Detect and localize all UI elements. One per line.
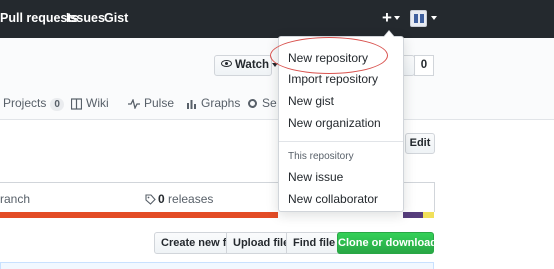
tab-graphs-label: Graphs [201,96,241,110]
create-new-button[interactable]: + [382,9,392,27]
top-header: Pull requests Issues Gist + [0,0,554,38]
clone-download-button[interactable]: Clone or download [337,232,446,254]
menu-item-import-repository[interactable]: Import repository [288,72,378,86]
tab-settings-label: Se [262,96,277,110]
avatar[interactable] [410,10,427,27]
projects-counter: 0 [50,98,64,111]
pulse-icon [128,98,140,109]
find-file-button[interactable]: Find file [286,232,343,254]
language-bar-yellow [423,212,434,218]
graph-icon [187,100,196,110]
releases-count: 0 [158,192,165,206]
watch-label: Watch [235,59,270,71]
releases-label: releases [168,192,214,206]
menu-section-header: This repository [288,151,354,162]
chevron-down-icon [440,241,446,246]
edit-button[interactable]: Edit [405,133,435,154]
menu-item-new-collaborator[interactable]: New collaborator [288,192,378,206]
releases-link[interactable]: 0 releases [145,192,213,206]
chevron-down-icon [431,16,437,20]
book-icon [71,98,82,110]
commit-info-strip [0,262,434,269]
star-count[interactable]: 0 [414,55,434,76]
tag-icon [145,194,156,206]
chevron-down-icon [394,16,400,20]
language-bar-purple [403,212,423,218]
menu-item-new-issue[interactable]: New issue [288,170,343,184]
language-bar-orange [0,212,278,218]
tab-wiki[interactable]: Wiki [71,96,109,110]
tab-pulse-label: Pulse [144,96,175,110]
menu-divider [279,141,403,142]
dropdown-arrow-inner [384,31,394,37]
nav-issues[interactable]: Issues [66,11,105,25]
tab-graphs[interactable]: Graphs [186,96,240,110]
tab-projects-label: Projects [3,96,47,110]
clone-label: Clone or download [338,237,437,249]
nav-gist[interactable]: Gist [104,11,128,25]
annotation-ellipse [270,37,388,74]
tab-projects[interactable]: Projects 0 [3,96,64,111]
eye-icon [221,60,232,68]
menu-item-new-gist[interactable]: New gist [288,94,334,108]
branches-link[interactable]: ranch [0,192,30,206]
tab-wiki-label: Wiki [86,96,109,110]
gear-icon [248,99,257,109]
tab-settings[interactable]: Se [247,96,277,110]
watch-button[interactable]: Watch [214,55,279,76]
menu-item-new-organization[interactable]: New organization [288,116,381,130]
tab-pulse[interactable]: Pulse [128,96,174,110]
